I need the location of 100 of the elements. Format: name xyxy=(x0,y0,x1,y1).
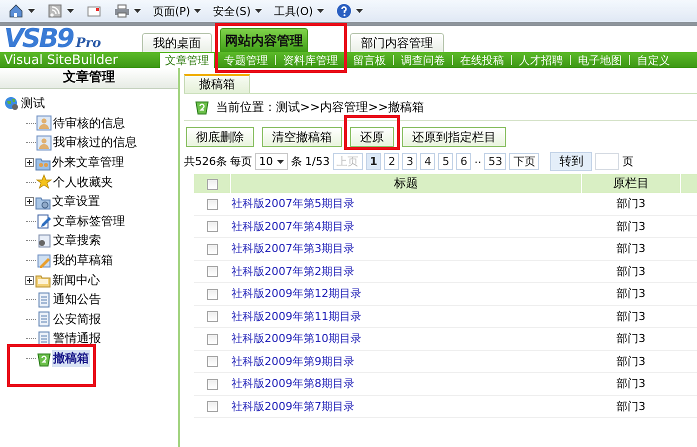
action-button[interactable]: 彻底删除 xyxy=(186,127,254,147)
select-all-checkbox[interactable] xyxy=(206,178,218,190)
row-checkbox[interactable] xyxy=(206,401,218,412)
menu-button[interactable]: 工具(O) xyxy=(270,1,328,21)
table-cell: 部门3 xyxy=(582,260,680,282)
title-link[interactable]: 社科版2009年第11期目录 xyxy=(232,310,362,323)
caret-icon xyxy=(317,9,324,13)
document-icon xyxy=(36,311,52,328)
document-icon xyxy=(36,330,52,347)
tree-item[interactable]: 我审核过的信息 xyxy=(52,134,138,152)
goto-button[interactable]: 转到 xyxy=(550,152,592,171)
user-card-icon xyxy=(36,134,52,151)
caret-icon xyxy=(28,9,35,13)
nav-tab[interactable]: 部门内容管理 xyxy=(350,33,444,52)
table-cell: 部门3 xyxy=(582,372,680,395)
title-link[interactable]: 社科版2009年第10期目录 xyxy=(232,332,362,346)
page-button[interactable]: 4 xyxy=(420,153,436,170)
title-link[interactable]: 社科版2009年第7期目录 xyxy=(232,400,354,413)
title-link[interactable]: 社科版2007年第4期目录 xyxy=(232,220,354,233)
expand-toggle[interactable] xyxy=(25,197,34,206)
page-info: 1/53 xyxy=(305,155,330,168)
table-cell: 部门3 xyxy=(582,395,680,418)
caret-icon xyxy=(194,9,202,13)
title-link[interactable]: 社科版2009年第8期目录 xyxy=(232,377,354,390)
row-checkbox[interactable] xyxy=(206,266,218,278)
row-checkbox[interactable] xyxy=(206,198,218,210)
title-link[interactable]: 社科版2009年第9期目录 xyxy=(232,354,354,368)
title-link[interactable]: 社科版2007年第3期目录 xyxy=(232,242,354,256)
column-header: 标题 xyxy=(230,174,582,193)
tree-item[interactable]: 警情通报 xyxy=(52,330,102,348)
row-checkbox[interactable] xyxy=(206,334,218,345)
row-checkbox[interactable] xyxy=(206,356,218,368)
title-link[interactable]: 社科版2007年第5期目录 xyxy=(232,197,354,210)
recycle-bin-icon xyxy=(36,350,52,367)
tree-item[interactable]: 待审核的信息 xyxy=(52,114,126,132)
help-icon xyxy=(336,3,352,19)
expand-toggle[interactable] xyxy=(25,158,34,168)
table-cell: 部门3 xyxy=(582,193,680,215)
row-checkbox[interactable] xyxy=(206,244,218,255)
page-button[interactable]: 53 xyxy=(484,153,506,170)
table-cell: 部门3 xyxy=(582,328,680,350)
globe-icon xyxy=(4,96,20,112)
next-page-button[interactable]: 下页 xyxy=(509,153,540,170)
per-page-label: 每页 xyxy=(230,154,252,169)
table-cell: 部门3 xyxy=(582,305,680,328)
user-card-icon xyxy=(36,115,52,132)
action-button[interactable]: 清空撤稿箱 xyxy=(262,127,342,147)
logo-mark: VSB9 xyxy=(4,26,73,52)
breadcrumb: 当前位置：测试>>内容管理>>撤稿箱 xyxy=(216,98,424,116)
page-button[interactable]: 2 xyxy=(384,153,400,170)
table-cell: 部门3 xyxy=(582,215,680,238)
nav-tab[interactable]: 我的桌面 xyxy=(142,33,212,52)
page-input[interactable] xyxy=(595,153,620,170)
expand-toggle[interactable] xyxy=(25,276,34,285)
table-cell: 部门3 xyxy=(582,350,680,372)
home-icon xyxy=(8,3,24,19)
tree-item[interactable]: 新闻中心 xyxy=(51,272,101,289)
tree-item[interactable]: 撤稿箱 xyxy=(52,350,90,368)
nav-tab[interactable]: 网站内容管理 xyxy=(220,28,308,52)
printer-icon xyxy=(114,3,130,19)
panel-title: 文章管理 xyxy=(0,68,178,89)
action-button[interactable]: 还原到指定栏目 xyxy=(402,127,506,147)
action-button[interactable]: 还原 xyxy=(350,127,394,147)
tree-item[interactable]: 测试 xyxy=(20,95,46,112)
title-link[interactable]: 社科版2007年第2期目录 xyxy=(232,264,354,278)
tag-edit-icon xyxy=(36,213,52,230)
column-header: 原栏目 xyxy=(582,174,680,193)
row-checkbox[interactable] xyxy=(206,288,218,300)
draft-icon xyxy=(36,252,52,269)
tree-item[interactable]: 文章设置 xyxy=(51,193,101,210)
page-button[interactable]: 5 xyxy=(438,153,454,170)
tree-item[interactable]: 个人收藏夹 xyxy=(52,174,114,191)
page-button[interactable]: 3 xyxy=(402,153,418,170)
plus-icon xyxy=(26,276,33,284)
tree-item[interactable]: 我的草稿箱 xyxy=(52,252,114,270)
menu-button[interactable]: 安全(S) xyxy=(209,1,266,21)
caret-icon xyxy=(254,9,262,13)
caret-icon xyxy=(134,9,141,13)
plus-icon xyxy=(26,159,33,166)
title-link[interactable]: 社科版2009年第12期目录 xyxy=(232,287,362,300)
logo-suffix: Pro xyxy=(76,36,102,51)
per-page-select[interactable]: 10 xyxy=(255,153,288,170)
total-count: 共526条 xyxy=(184,154,227,169)
page-button[interactable]: 1 xyxy=(366,153,382,170)
tree-item[interactable]: 外来文章管理 xyxy=(51,154,125,172)
tree-item[interactable]: 文章标签管理 xyxy=(52,212,126,230)
highlight-frame xyxy=(344,115,400,150)
table-cell: 部门3 xyxy=(582,238,680,260)
tree-item[interactable]: 公安简报 xyxy=(52,310,102,328)
page-button[interactable]: 6 xyxy=(456,153,472,170)
caret-icon xyxy=(67,9,74,13)
row-checkbox[interactable] xyxy=(206,311,218,322)
row-checkbox[interactable] xyxy=(206,378,218,390)
menu-button[interactable]: 页面(P) xyxy=(149,1,206,21)
nav-link[interactable]: 文章管理 xyxy=(160,52,214,68)
caret-icon xyxy=(356,9,364,13)
panel-tab[interactable]: 撤稿箱 xyxy=(184,74,250,93)
tree-item[interactable]: 通知公告 xyxy=(52,291,102,308)
row-checkbox[interactable] xyxy=(206,221,218,232)
tree-item[interactable]: 文章搜索 xyxy=(52,232,102,250)
